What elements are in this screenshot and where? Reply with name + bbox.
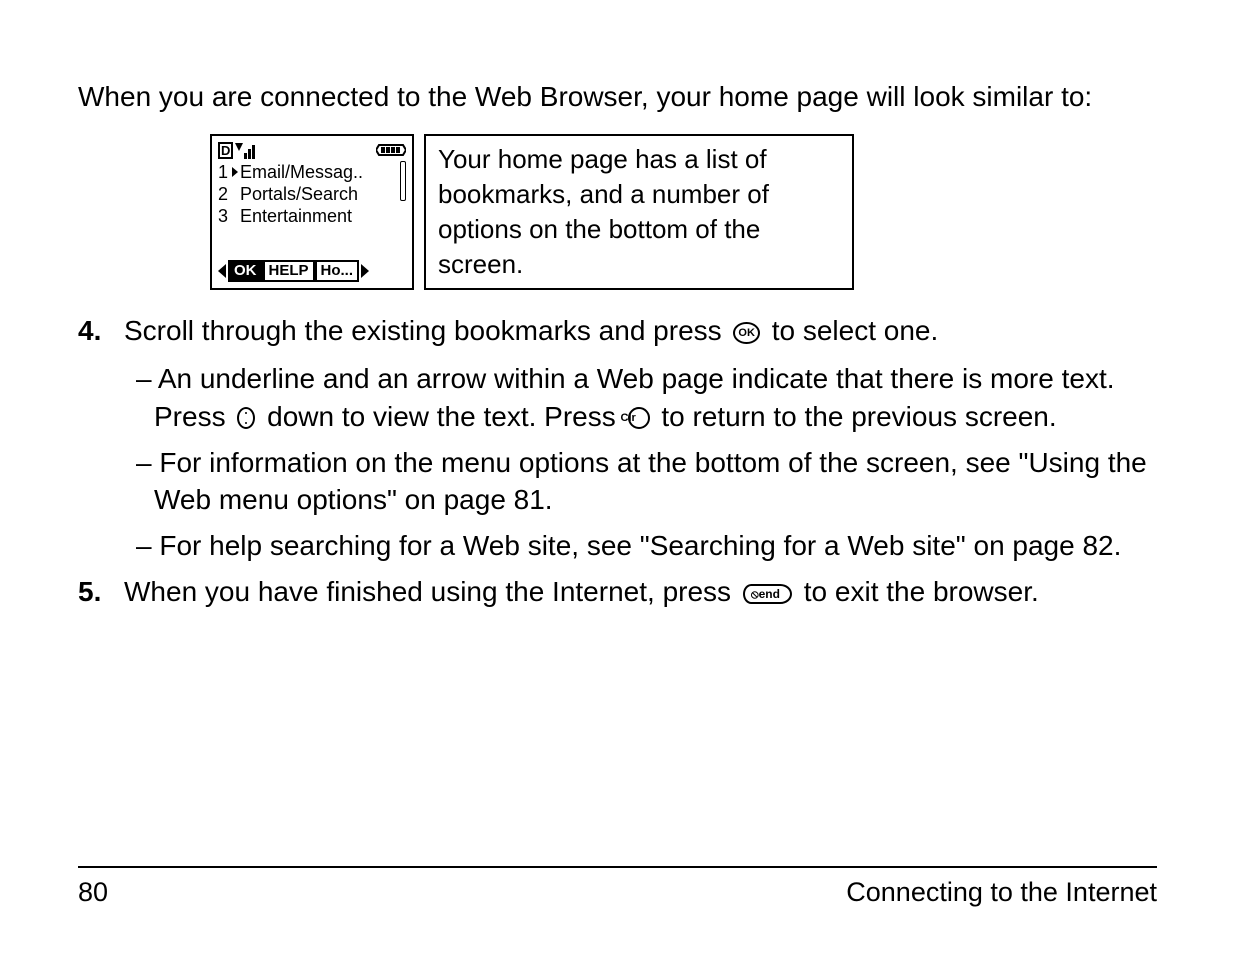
step-text: When you have finished using the Interne… xyxy=(124,576,739,607)
step-number: 4. xyxy=(78,312,124,350)
intro-paragraph: When you are connected to the Web Browse… xyxy=(78,78,1157,116)
phone-status-bar: D xyxy=(216,142,408,161)
step-4-sub-2: For information on the menu options at t… xyxy=(98,444,1157,520)
manual-page: When you are connected to the Web Browse… xyxy=(0,0,1235,954)
softkey-row: OK HELP Ho... xyxy=(216,260,408,282)
nav-key-icon xyxy=(237,407,255,429)
sub-text: to return to the previous screen. xyxy=(661,401,1056,432)
bookmark-item-number: 3 xyxy=(218,205,232,227)
sub-text: down to view the text. Press xyxy=(267,401,623,432)
step-body: When you have finished using the Interne… xyxy=(124,573,1157,611)
battery-icon xyxy=(376,143,406,157)
softkey-help: HELP xyxy=(263,260,315,282)
softkey-home: Ho... xyxy=(315,260,360,282)
bookmark-item-label: Entertainment xyxy=(240,205,352,227)
step-body: Scroll through the existing bookmarks an… xyxy=(124,312,1157,350)
left-arrow-icon xyxy=(218,264,226,278)
bookmark-item-number: 2 xyxy=(218,183,232,205)
step-number: 5. xyxy=(78,573,124,611)
clr-key-icon: Clr xyxy=(628,407,650,429)
step-4-sub-1: An underline and an arrow within a Web p… xyxy=(98,360,1157,436)
sub-text: For information on the menu options at t… xyxy=(154,447,1147,516)
digital-indicator-icon: D xyxy=(218,142,233,159)
bookmark-item-label: Portals/Search xyxy=(240,183,358,205)
bookmark-item: 1 Email/Messag.. xyxy=(218,161,406,183)
bookmark-item: 2 Portals/Search xyxy=(218,183,406,205)
scrollbar-icon xyxy=(400,161,406,256)
section-title: Connecting to the Internet xyxy=(846,874,1157,910)
bookmark-item: 3 Entertainment xyxy=(218,205,406,227)
figure-caption: Your home page has a list of bookmarks, … xyxy=(424,134,854,290)
end-key-icon: ⦸end xyxy=(743,584,792,604)
page-footer: 80 Connecting to the Internet xyxy=(78,866,1157,910)
bookmark-item-number: 1 xyxy=(218,161,232,183)
step-text: to select one. xyxy=(772,315,939,346)
signal-icon xyxy=(235,143,257,159)
step-4-sub-3: For help searching for a Web site, see "… xyxy=(98,527,1157,565)
selection-arrow-icon xyxy=(232,167,238,177)
softkey-ok: OK xyxy=(228,260,263,282)
bookmark-item-label: Email/Messag.. xyxy=(240,161,363,183)
step-5: 5. When you have finished using the Inte… xyxy=(78,573,1157,611)
right-arrow-icon xyxy=(361,264,369,278)
phone-screen: D xyxy=(210,134,414,290)
step-4: 4. Scroll through the existing bookmarks… xyxy=(78,312,1157,350)
figure-row: D xyxy=(210,134,1157,290)
status-left-group: D xyxy=(218,142,257,159)
step-text: to exit the browser. xyxy=(804,576,1039,607)
step-text: Scroll through the existing bookmarks an… xyxy=(124,315,729,346)
page-number: 80 xyxy=(78,874,108,910)
sub-text: For help searching for a Web site, see "… xyxy=(159,530,1121,561)
bookmark-list: 1 Email/Messag.. 2 Portals/Search 3 Ente… xyxy=(216,161,408,256)
ok-key-icon: OK xyxy=(733,322,760,344)
